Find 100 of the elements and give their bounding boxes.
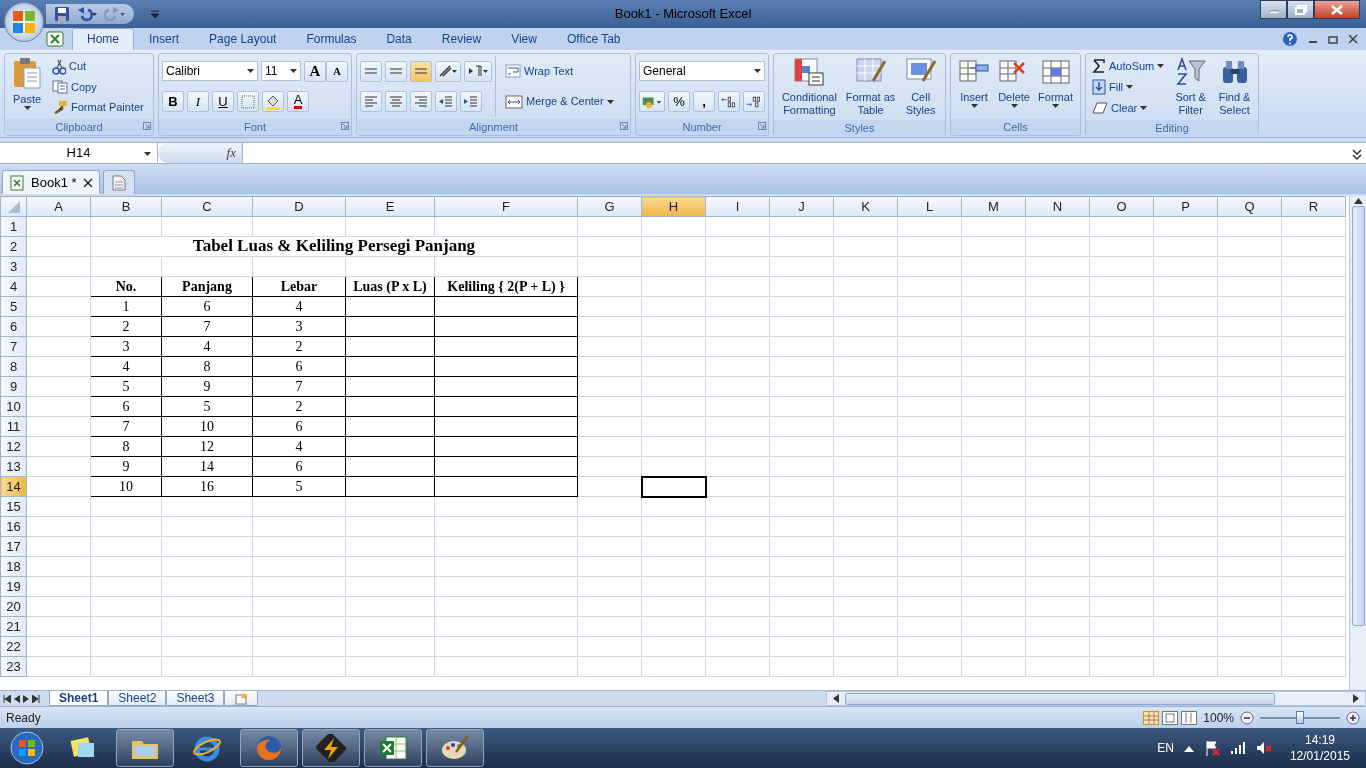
italic-button[interactable]: I	[187, 91, 209, 113]
row-header[interactable]: 16	[0, 516, 27, 537]
first-sheet-icon[interactable]	[3, 694, 11, 703]
ribbon-tab[interactable]: Page Layout	[194, 28, 292, 50]
row-header[interactable]: 14	[0, 476, 27, 497]
column-header[interactable]: M	[961, 196, 1026, 217]
currency-button[interactable]	[639, 91, 665, 112]
row-header[interactable]: 8	[0, 356, 27, 377]
row-header[interactable]: 15	[0, 496, 27, 517]
scroll-thumb[interactable]	[1351, 206, 1365, 626]
comma-button[interactable]: ,	[693, 91, 715, 112]
ribbon-tab[interactable]: View	[496, 28, 552, 50]
scroll-thumb[interactable]	[845, 692, 1275, 705]
cut-button[interactable]: Cut	[49, 57, 147, 76]
row-header[interactable]: 3	[0, 256, 27, 277]
undo-icon[interactable]	[76, 6, 98, 22]
align-right-button[interactable]	[410, 91, 432, 113]
vertical-scrollbar[interactable]	[1349, 196, 1366, 690]
row-header[interactable]: 18	[0, 556, 27, 577]
column-header[interactable]: G	[577, 196, 642, 217]
column-header[interactable]: J	[769, 196, 834, 217]
delete-button[interactable]: Delete	[996, 56, 1033, 117]
zoom-slider-thumb[interactable]	[1296, 710, 1304, 724]
save-icon[interactable]	[54, 6, 70, 22]
signal-icon[interactable]	[1229, 741, 1246, 755]
wrap-text-button[interactable]: Wrap Text	[502, 63, 617, 80]
bottom-align-button[interactable]	[410, 60, 432, 82]
cell-styles-button[interactable]: Cell Styles	[899, 56, 942, 118]
sheet-tab[interactable]: Sheet3	[166, 691, 225, 706]
increase-decimal-button[interactable]	[718, 91, 740, 112]
column-header[interactable]: H	[641, 196, 706, 217]
sheet-tab[interactable]: Sheet2	[108, 691, 167, 706]
column-header[interactable]: E	[345, 196, 435, 217]
format-as-table-button[interactable]: Format as Table	[841, 56, 900, 118]
show-hidden-icon[interactable]	[1183, 744, 1194, 752]
active-cell[interactable]	[641, 476, 706, 497]
close-icon[interactable]	[82, 177, 93, 188]
page-break-icon[interactable]	[1181, 710, 1198, 725]
taskbar-app[interactable]	[116, 729, 174, 767]
taskbar-app[interactable]	[364, 729, 422, 767]
row-header[interactable]: 21	[0, 616, 27, 637]
column-header[interactable]: D	[252, 196, 346, 217]
ribbon-tab[interactable]: Formulas	[291, 28, 372, 50]
column-header[interactable]: B	[90, 196, 162, 217]
close-button[interactable]	[1314, 0, 1360, 19]
minimize-button[interactable]	[1260, 0, 1287, 19]
increase-indent-button[interactable]	[460, 91, 482, 113]
middle-align-button[interactable]	[385, 60, 407, 82]
scroll-right-icon[interactable]	[1353, 694, 1359, 703]
row-header[interactable]: 5	[0, 296, 27, 317]
top-align-button[interactable]	[360, 60, 382, 82]
decrease-indent-button[interactable]	[435, 91, 457, 113]
row-header[interactable]: 20	[0, 596, 27, 617]
clear-button[interactable]: Clear	[1089, 100, 1168, 116]
insert-button[interactable]: Insert	[956, 56, 992, 117]
ribbon-tab[interactable]: Insert	[134, 28, 195, 50]
horizontal-scrollbar[interactable]	[826, 691, 1366, 706]
row-header[interactable]: 19	[0, 576, 27, 597]
flag-icon[interactable]	[1203, 740, 1220, 756]
language-indicator[interactable]: EN	[1157, 739, 1174, 757]
taskbar-app[interactable]	[426, 729, 484, 767]
font-color-button[interactable]: A	[287, 91, 309, 113]
bold-button[interactable]: B	[162, 91, 184, 113]
clock-date[interactable]: 12/01/2015	[1289, 748, 1350, 764]
row-header[interactable]: 2	[0, 236, 27, 257]
column-header[interactable]: R	[1281, 196, 1346, 217]
column-header[interactable]: N	[1025, 196, 1090, 217]
speaker-muted-icon[interactable]	[1255, 741, 1272, 755]
clock-time[interactable]: 14:19	[1304, 732, 1335, 748]
taskbar-app[interactable]	[302, 729, 360, 767]
column-header[interactable]: Q	[1217, 196, 1282, 217]
zoom-out-icon[interactable]	[1240, 710, 1254, 725]
row-header[interactable]: 17	[0, 536, 27, 557]
fill-button[interactable]: Fill	[1089, 78, 1168, 97]
find-select-button[interactable]: Find & Select	[1214, 56, 1255, 118]
scroll-up-icon[interactable]	[1353, 198, 1363, 204]
number-format-field[interactable]: General	[639, 61, 765, 81]
column-header[interactable]: A	[26, 196, 91, 217]
fill-color-button[interactable]	[262, 91, 284, 113]
column-header[interactable]: K	[833, 196, 898, 217]
row-header[interactable]: 13	[0, 456, 27, 477]
grow-font-button[interactable]: A	[304, 60, 326, 82]
underline-button[interactable]: U	[212, 91, 234, 113]
format-painter-button[interactable]: Format Painter	[49, 99, 147, 116]
sort-filter-button[interactable]: Sort & Filter	[1170, 56, 1212, 118]
column-header[interactable]: P	[1153, 196, 1218, 217]
row-header[interactable]: 9	[0, 376, 27, 397]
column-header[interactable]: C	[161, 196, 253, 217]
text-direction-button[interactable]	[464, 60, 492, 82]
row-header[interactable]: 22	[0, 636, 27, 657]
column-header[interactable]: F	[434, 196, 578, 217]
shrink-font-button[interactable]: A	[326, 60, 348, 82]
customize-icon[interactable]	[150, 9, 160, 19]
merge-center-button[interactable]: Merge & Center	[502, 93, 617, 110]
autosum-button[interactable]: AutoSum	[1089, 58, 1168, 75]
restore-button[interactable]	[1287, 0, 1314, 19]
column-header[interactable]: O	[1089, 196, 1154, 217]
decrease-decimal-button[interactable]	[743, 91, 765, 112]
last-sheet-icon[interactable]	[32, 694, 40, 703]
ribbon-tab[interactable]: Office Tab	[551, 28, 636, 50]
